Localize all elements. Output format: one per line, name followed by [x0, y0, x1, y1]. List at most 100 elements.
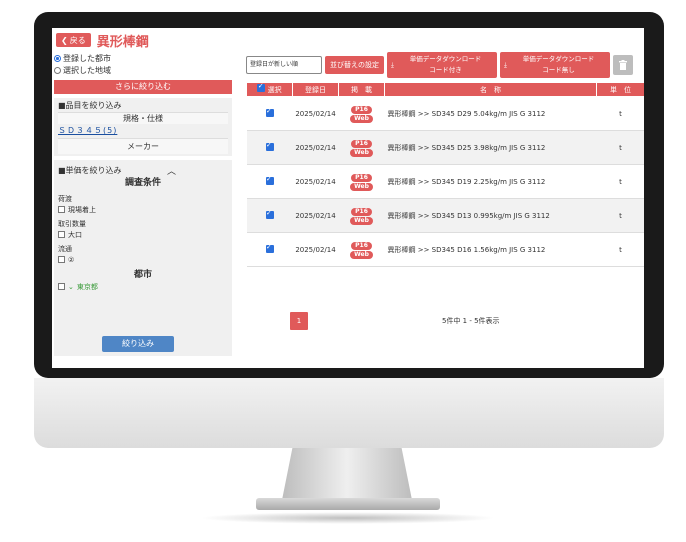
checkbox-delivery[interactable]: 現場着上: [58, 204, 228, 215]
maker-toggle[interactable]: メーカー: [58, 138, 228, 154]
checkbox-label: 現場着上: [68, 205, 96, 214]
row-checkbox-cell[interactable]: [246, 96, 293, 131]
row-date: 2025/02/14: [292, 96, 339, 131]
topbar: ❮ 戻る 異形棒鋼: [56, 32, 149, 50]
download-no-code-button[interactable]: ⤓ 単価データダウンロード コード無し: [500, 52, 610, 78]
sidebar: 登録した都市 選択した地域 さらに絞り込む ■品目を絞り込み 規格・仕様 ＳＤ３…: [54, 52, 232, 368]
download-with-code-button[interactable]: ⤓ 単価データダウンロード コード付き: [387, 52, 497, 78]
delete-button[interactable]: [613, 55, 633, 75]
radio-label: 登録した都市: [63, 53, 111, 63]
condition-title: 調査条件: [124, 178, 161, 188]
row-checkbox-cell[interactable]: [246, 130, 293, 165]
narrow-down-button[interactable]: 絞り込み: [102, 336, 174, 352]
row-checkbox[interactable]: [265, 243, 274, 253]
radio-label: 選択した地域: [63, 65, 111, 75]
row-badge-cell[interactable]: P16 Web: [338, 232, 385, 267]
row-name: 異形棒鋼 >> SD345 D16 1.56kg/m JIS G 3112: [384, 232, 597, 267]
row-unit: t: [596, 96, 644, 131]
monitor-stand-neck: [282, 448, 412, 500]
price-filter-panel: ■単価を絞り込み ︿ 調査条件 荷渡 現場着上 取引数量 大口 流通 ② 都市: [54, 160, 232, 356]
row-date: 2025/02/14: [292, 198, 339, 233]
chevron-down-icon[interactable]: ⌄: [68, 283, 74, 291]
web-badge[interactable]: Web: [350, 182, 373, 191]
checkbox-label: 大口: [68, 230, 82, 239]
sort-settings-button[interactable]: 並び替えの設定: [325, 56, 384, 74]
toolbar: 登録日が新しい順 並び替えの設定 ⤓ 単価データダウンロード コード付き ⤓ 単…: [246, 52, 644, 80]
trash-icon: [619, 60, 627, 70]
checkbox-icon[interactable]: [58, 283, 65, 290]
spec-link[interactable]: ＳＤ３４５(5): [58, 124, 228, 138]
download-no-code-label: 単価データダウンロード コード無し: [522, 55, 595, 74]
select-all-checkbox[interactable]: [257, 82, 266, 92]
row-unit: t: [596, 130, 644, 165]
row-checkbox-cell[interactable]: [246, 164, 293, 199]
product-filter-panel: ■品目を絞り込み 規格・仕様 ＳＤ３４５(5) メーカー: [54, 98, 232, 156]
page-badge[interactable]: P16: [351, 105, 372, 114]
filter-header: さらに絞り込む: [54, 80, 232, 94]
checkbox-icon[interactable]: [58, 206, 65, 213]
row-date: 2025/02/14: [292, 130, 339, 165]
sort-select[interactable]: 登録日が新しい順: [246, 56, 322, 74]
checkbox-city[interactable]: ⌄ 東京都: [58, 281, 228, 292]
web-badge[interactable]: Web: [350, 148, 373, 157]
table-row[interactable]: 2025/02/14 P16Web 異形棒鋼 >> SD345 D16 1.56…: [246, 232, 644, 267]
row-badge-cell[interactable]: P16 Web: [338, 198, 385, 233]
table-row[interactable]: 2025/02/14 P16Web 異形棒鋼 >> SD345 D29 5.04…: [246, 96, 644, 131]
screen: ❮ 戻る 異形棒鋼 登録した都市 選択した地域 さらに絞り込む ■品目を絞り込み…: [52, 28, 644, 368]
row-checkbox-cell[interactable]: [246, 198, 293, 233]
back-label: 戻る: [69, 35, 86, 45]
row-badge-cell[interactable]: P16 Web: [338, 164, 385, 199]
row-checkbox[interactable]: [265, 175, 274, 185]
header-select[interactable]: 選択: [246, 82, 293, 97]
checkbox-icon[interactable]: [58, 231, 65, 238]
row-badge-cell[interactable]: P16 Web: [338, 130, 385, 165]
row-date: 2025/02/14: [292, 232, 339, 267]
table-header-row: 選択 登録日 掲 載 名 称 単 位: [246, 82, 644, 97]
header-name: 名 称: [384, 82, 597, 97]
price-filter-header[interactable]: ■単価を絞り込み ︿: [58, 164, 228, 177]
chevron-up-icon[interactable]: ︿: [167, 164, 176, 177]
radio-registered-city[interactable]: 登録した都市: [54, 52, 232, 64]
table-row[interactable]: 2025/02/14 P16Web 異形棒鋼 >> SD345 D25 3.98…: [246, 130, 644, 165]
page-1-button[interactable]: 1: [290, 312, 308, 330]
price-filter-title: ■単価を絞り込み: [58, 165, 122, 175]
row-name: 異形棒鋼 >> SD345 D29 5.04kg/m JIS G 3112: [384, 96, 597, 131]
row-badge-cell[interactable]: P16 Web: [338, 96, 385, 131]
table-row[interactable]: 2025/02/14 P16Web 異形棒鋼 >> SD345 D13 0.99…: [246, 198, 644, 233]
row-checkbox-cell[interactable]: [246, 232, 293, 267]
checkbox-label: ②: [68, 255, 75, 264]
page-badge[interactable]: P16: [351, 241, 372, 250]
web-badge[interactable]: Web: [350, 114, 373, 123]
checkbox-icon[interactable]: [58, 256, 65, 263]
table-row[interactable]: 2025/02/14 P16Web 異形棒鋼 >> SD345 D19 2.25…: [246, 164, 644, 199]
header-label: 選択: [267, 86, 282, 94]
web-badge[interactable]: Web: [350, 250, 373, 259]
spec-heading: 規格・仕様: [58, 112, 228, 124]
row-unit: t: [596, 198, 644, 233]
radio-checked-icon[interactable]: [54, 54, 61, 62]
page-badge[interactable]: P16: [351, 173, 372, 182]
city-title: 都市: [133, 270, 152, 280]
header-unit: 単 位: [596, 82, 644, 97]
row-name: 異形棒鋼 >> SD345 D19 2.25kg/m JIS G 3112: [384, 164, 597, 199]
row-checkbox[interactable]: [265, 209, 274, 219]
page-title: 異形棒鋼: [96, 34, 149, 50]
page-badge[interactable]: P16: [351, 139, 372, 148]
checkbox-quantity[interactable]: 大口: [58, 229, 228, 240]
row-name: 異形棒鋼 >> SD345 D25 3.98kg/m JIS G 3112: [384, 130, 597, 165]
checkbox-distribution[interactable]: ②: [58, 254, 228, 265]
download-with-code-label: 単価データダウンロード コード付き: [409, 55, 482, 74]
row-unit: t: [596, 232, 644, 267]
row-checkbox[interactable]: [265, 107, 274, 117]
radio-unchecked-icon[interactable]: [54, 66, 61, 74]
page-badge[interactable]: P16: [351, 207, 372, 216]
result-count: 5件中 1 - 5件表示: [442, 317, 500, 325]
web-badge[interactable]: Web: [350, 216, 373, 225]
pagination: 1 5件中 1 - 5件表示: [290, 312, 500, 330]
row-checkbox[interactable]: [265, 141, 274, 151]
back-button[interactable]: ❮ 戻る: [56, 33, 91, 47]
row-name: 異形棒鋼 >> SD345 D13 0.995kg/m JIS G 3112: [384, 198, 597, 233]
radio-selected-region[interactable]: 選択した地域: [54, 64, 232, 76]
main-content: 登録日が新しい順 並び替えの設定 ⤓ 単価データダウンロード コード付き ⤓ 単…: [246, 52, 644, 368]
monitor-shadow: [200, 512, 496, 524]
